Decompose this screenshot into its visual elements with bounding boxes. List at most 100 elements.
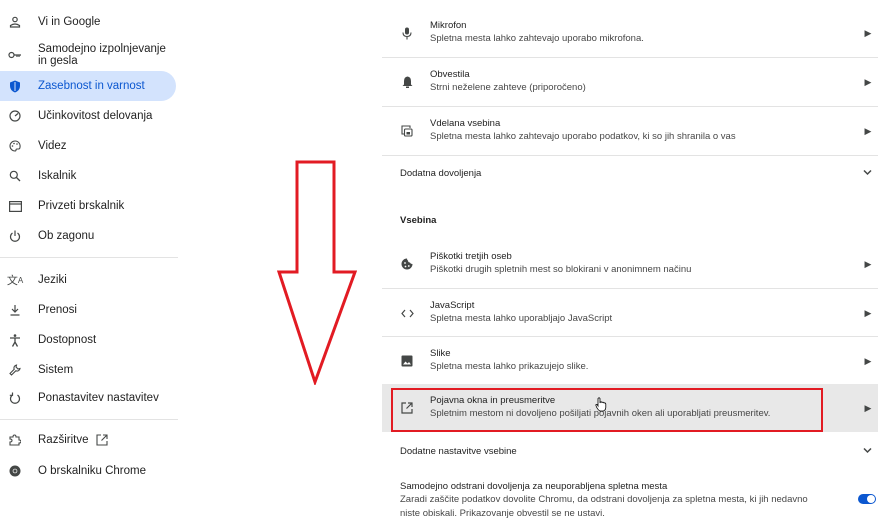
setting-description: Spletna mesta lahko zahtevajo uporabo po… xyxy=(430,131,736,142)
setting-title: Slike xyxy=(430,348,451,359)
key-icon xyxy=(8,48,22,62)
more-permissions-expander[interactable]: Dodatna dovoljenja xyxy=(382,156,878,190)
annotation-down-arrow xyxy=(277,160,357,385)
setting-title: Samodejno odstrani dovoljenja za neupora… xyxy=(400,481,668,492)
setting-description: Spletna mesta lahko zahtevajo uporabo mi… xyxy=(430,33,644,44)
setting-row-embedded-content[interactable]: Vdelana vsebina Spletna mesta lahko zaht… xyxy=(382,111,878,151)
cookie-icon xyxy=(400,257,414,271)
sidebar-item-system[interactable]: Sistem xyxy=(0,355,176,385)
sidebar-item-appearance[interactable]: Videz xyxy=(0,131,176,161)
open-in-new-tab-icon xyxy=(96,434,109,446)
setting-row-images[interactable]: Slike Spletna mesta lahko prikazujejo sl… xyxy=(382,342,878,380)
setting-row-notifications[interactable]: Obvestila Strni neželene zahteve (pripor… xyxy=(382,62,878,102)
chevron-right-icon: ▶ xyxy=(864,355,872,366)
setting-title: Mikrofon xyxy=(430,20,467,31)
setting-row-javascript[interactable]: JavaScript Spletna mesta lahko uporablja… xyxy=(382,294,878,332)
sidebar-item-label: Vi in Google xyxy=(38,16,101,28)
setting-title: Pojavna okna in preusmeritve xyxy=(430,395,556,406)
sidebar-item-label: Videz xyxy=(38,140,67,152)
sidebar-item-label: Iskalnik xyxy=(38,170,77,182)
embedded-content-icon xyxy=(400,124,414,138)
reset-icon xyxy=(8,391,22,405)
chevron-down-icon xyxy=(863,168,872,179)
sidebar-item-label: Privzeti brskalnik xyxy=(38,200,125,212)
sidebar-item-label: Samodejno izpolnjevanje in gesla xyxy=(38,43,166,67)
setting-title: JavaScript xyxy=(430,300,475,311)
setting-title: Obvestila xyxy=(430,69,470,80)
setting-title: Vdelana vsebina xyxy=(430,118,501,129)
more-content-settings-expander[interactable]: Dodatne nastavitve vsebine xyxy=(382,437,878,465)
image-icon xyxy=(400,354,414,368)
sidebar-item-label: Ob zagonu xyxy=(38,230,95,242)
sidebar-item-extensions[interactable]: Razširitve xyxy=(0,425,176,455)
setting-title: Piškotki tretjih oseb xyxy=(430,251,512,262)
power-icon xyxy=(8,229,22,243)
sidebar-item-about-chrome[interactable]: O brskalniku Chrome xyxy=(0,456,176,486)
setting-row-microphone[interactable]: Mikrofon Spletna mesta lahko zahtevajo u… xyxy=(382,14,878,52)
code-icon xyxy=(400,306,414,320)
translate-icon: 文A xyxy=(6,275,24,287)
row-divider xyxy=(382,336,878,337)
sidebar-divider xyxy=(0,257,178,258)
settings-sidebar: Vi in Google Samodejno izpolnjevanje in … xyxy=(0,0,190,517)
auto-revoke-toggle[interactable] xyxy=(858,494,876,504)
hand-cursor-icon xyxy=(595,397,607,412)
sidebar-item-on-startup[interactable]: Ob zagonu xyxy=(0,221,176,251)
setting-description: Spletna mesta lahko prikazujejo slike. xyxy=(430,361,589,372)
auto-revoke-setting: Samodejno odstrani dovoljenja za neupora… xyxy=(400,480,855,521)
chevron-right-icon: ▶ xyxy=(864,125,872,136)
chevron-right-icon: ▶ xyxy=(864,76,872,87)
sidebar-item-label: Učinkovitost delovanja xyxy=(38,110,153,122)
speedometer-icon xyxy=(8,109,22,123)
sidebar-item-reset-settings[interactable]: Ponastavitev nastavitev xyxy=(0,383,176,413)
sidebar-item-performance[interactable]: Učinkovitost delovanja xyxy=(0,101,176,131)
sidebar-item-label: Dostopnost xyxy=(38,334,97,346)
section-heading-content: Vsebina xyxy=(400,215,437,226)
setting-description: Spletnim mestom ni dovoljeno pošiljati p… xyxy=(430,408,771,419)
download-icon xyxy=(8,303,22,317)
wrench-icon xyxy=(8,363,22,377)
setting-row-third-party-cookies[interactable]: Piškotki tretjih oseb Piškotki drugih sp… xyxy=(382,245,878,283)
browser-window-icon xyxy=(8,199,22,213)
sidebar-item-label: O brskalniku Chrome xyxy=(38,465,147,477)
sidebar-item-downloads[interactable]: Prenosi xyxy=(0,295,176,325)
sidebar-item-label: Razširitve xyxy=(38,434,89,446)
search-icon xyxy=(8,169,22,183)
sidebar-item-accessibility[interactable]: Dostopnost xyxy=(0,325,176,355)
sidebar-item-label: Jeziki xyxy=(38,274,67,286)
person-icon xyxy=(8,15,22,29)
accessibility-icon xyxy=(8,333,22,347)
chrome-icon xyxy=(8,464,22,478)
setting-description: Spletna mesta lahko uporabljajo JavaScri… xyxy=(430,313,613,324)
row-divider xyxy=(382,288,878,289)
sidebar-item-label: Prenosi xyxy=(38,304,77,316)
sidebar-item-label: Zasebnost in varnost xyxy=(38,80,145,92)
puzzle-icon xyxy=(8,433,22,447)
chevron-right-icon: ▶ xyxy=(864,258,872,269)
site-settings-panel: Mikrofon Spletna mesta lahko zahtevajo u… xyxy=(382,0,878,519)
expander-label: Dodatna dovoljenja xyxy=(400,167,482,179)
palette-icon xyxy=(8,139,22,153)
setting-description: Piškotki drugih spletnih mest so blokira… xyxy=(430,264,692,275)
open-in-new-icon xyxy=(400,401,414,415)
bell-icon xyxy=(400,75,414,89)
sidebar-divider xyxy=(0,419,178,420)
sidebar-item-privacy-security[interactable]: Zasebnost in varnost xyxy=(0,71,176,101)
sidebar-item-label: Sistem xyxy=(38,364,74,376)
sidebar-item-autofill[interactable]: Samodejno izpolnjevanje in gesla xyxy=(0,38,176,72)
chevron-right-icon: ▶ xyxy=(864,307,872,318)
sidebar-item-search-engine[interactable]: Iskalnik xyxy=(0,161,176,191)
row-divider xyxy=(382,57,878,58)
chevron-down-icon xyxy=(863,446,872,457)
chevron-right-icon: ▶ xyxy=(864,402,872,413)
expander-label: Dodatne nastavitve vsebine xyxy=(400,445,517,457)
setting-description: Strni neželene zahteve (priporočeno) xyxy=(430,82,586,93)
sidebar-item-languages[interactable]: 文A Jeziki xyxy=(0,265,176,295)
sidebar-item-default-browser[interactable]: Privzeti brskalnik xyxy=(0,191,176,221)
microphone-icon xyxy=(400,26,414,40)
sidebar-item-you-and-google[interactable]: Vi in Google xyxy=(0,7,176,37)
setting-row-popups-redirects[interactable]: Pojavna okna in preusmeritve Spletnim me… xyxy=(382,384,878,432)
row-divider xyxy=(382,106,878,107)
sidebar-item-label: Ponastavitev nastavitev xyxy=(38,392,159,404)
chevron-right-icon: ▶ xyxy=(864,27,872,38)
